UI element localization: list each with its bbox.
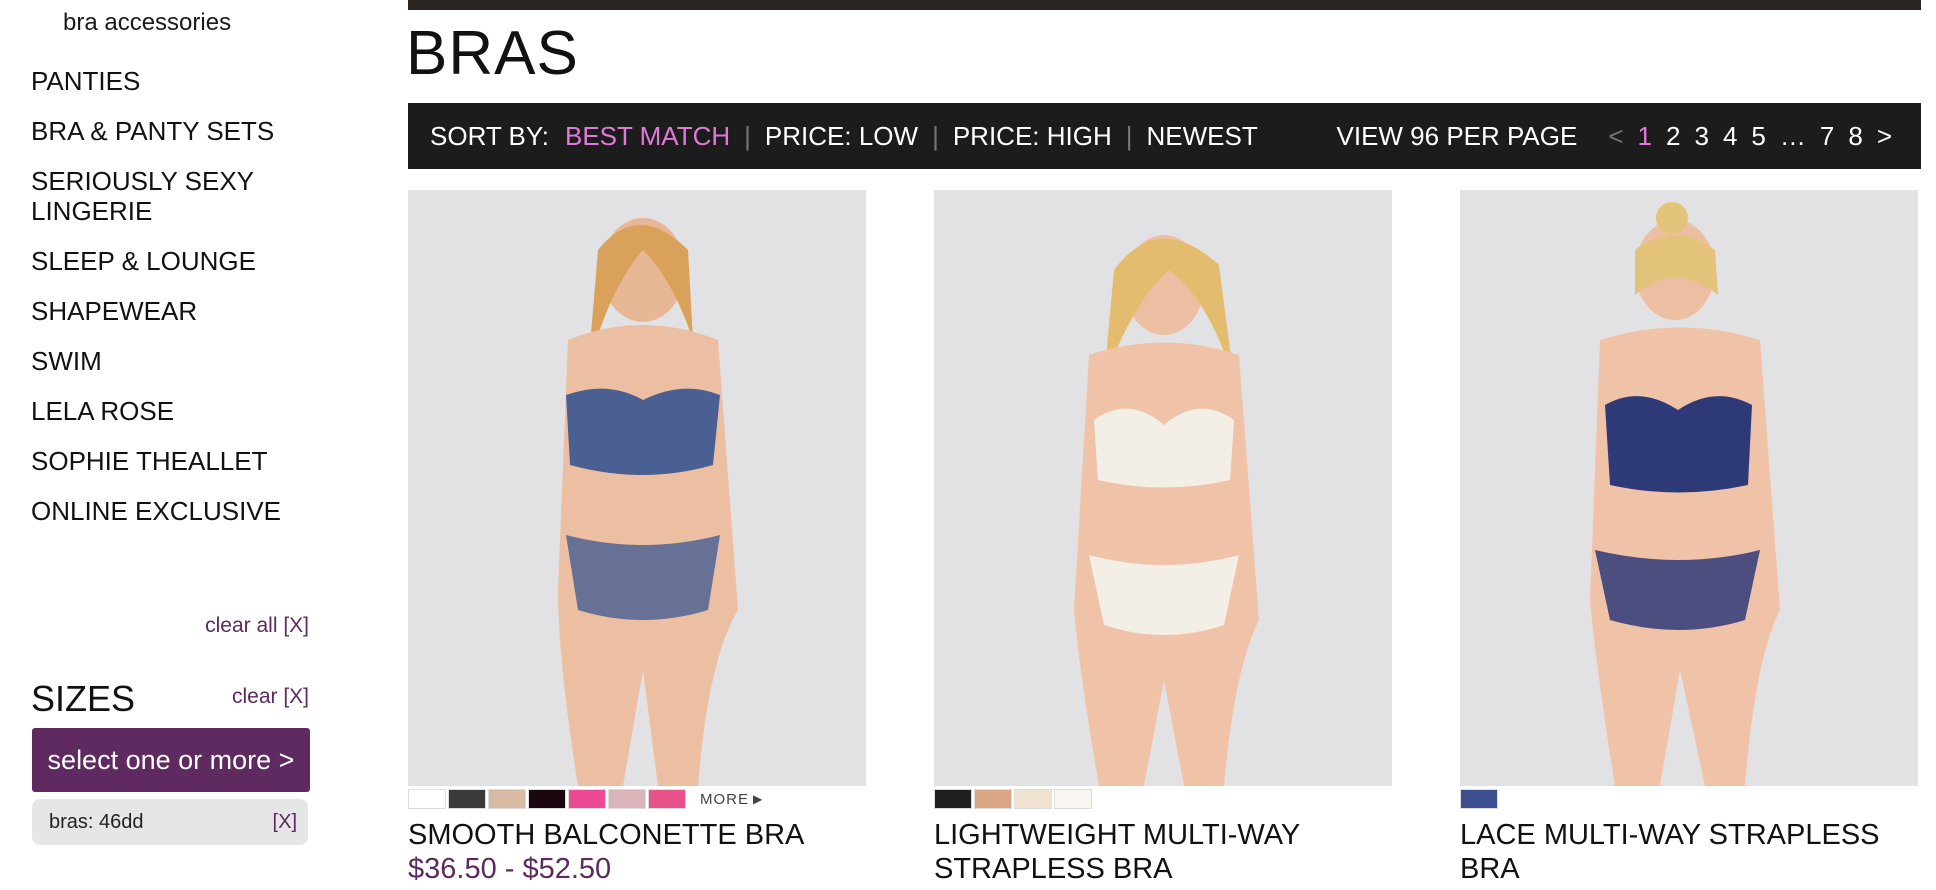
color-swatch[interactable] [648, 789, 686, 809]
top-divider [408, 0, 1921, 10]
color-swatch[interactable] [608, 789, 646, 809]
sort-label: SORT BY: [430, 120, 549, 151]
sort-newest[interactable]: NEWEST [1147, 121, 1258, 152]
category-online-exclusive[interactable]: ONLINE EXCLUSIVE [31, 496, 311, 526]
color-swatches: MORE ▶ [408, 788, 866, 810]
pager-next-button[interactable]: > [1877, 121, 1892, 152]
sizes-heading: SIZES [31, 678, 136, 719]
category-panties[interactable]: PANTIES [31, 66, 311, 96]
sidebar: bra accessories PANTIES BRA & PANTY SETS… [0, 0, 330, 890]
category-sophie-theallet[interactable]: SOPHIE THEALLET [31, 446, 311, 476]
pager-page-5[interactable]: 5 [1751, 121, 1765, 152]
pager-ellipsis: … [1779, 120, 1806, 151]
play-triangle-icon: ▶ [753, 792, 764, 806]
color-swatch[interactable] [488, 789, 526, 809]
pager-page-7[interactable]: 7 [1820, 121, 1834, 152]
pager-page-4[interactable]: 4 [1723, 121, 1737, 152]
remove-size-button[interactable]: [X] [273, 811, 297, 834]
sizes-clear-link[interactable]: clear [X] [232, 685, 309, 709]
color-swatches [934, 788, 1392, 810]
color-swatch[interactable] [974, 789, 1012, 809]
category-seriously-sexy-lingerie[interactable]: SERIOUSLY SEXY LINGERIE [31, 166, 311, 226]
more-colors-link[interactable]: MORE ▶ [700, 791, 763, 808]
category-sleep-lounge[interactable]: SLEEP & LOUNGE [31, 246, 311, 276]
color-swatch[interactable] [1054, 789, 1092, 809]
sort-price-low[interactable]: PRICE: LOW [765, 121, 918, 152]
pager-page-1[interactable]: 1 [1638, 121, 1652, 152]
pager-prev-button[interactable]: < [1608, 121, 1623, 152]
color-swatch[interactable] [934, 789, 972, 809]
select-sizes-button[interactable]: select one or more > [32, 728, 310, 792]
category-list: PANTIES BRA & PANTY SETS SERIOUSLY SEXY … [31, 66, 311, 546]
pager-page-3[interactable]: 3 [1694, 121, 1708, 152]
clear-all-filters-link[interactable]: clear all [X] [205, 614, 309, 638]
product-name[interactable]: SMOOTH BALCONETTE BRA [408, 818, 866, 852]
color-swatch[interactable] [568, 789, 606, 809]
product-card: LIGHTWEIGHT MULTI-WAY STRAPLESS BRA [934, 190, 1392, 886]
product-price: $36.50 - $52.50 [408, 853, 612, 885]
product-image[interactable] [408, 190, 866, 786]
category-lela-rose[interactable]: LELA ROSE [31, 396, 311, 426]
pagination: < 1 2 3 4 5 … 7 8 > [1601, 121, 1899, 152]
sidebar-subitem-bra-accessories[interactable]: bra accessories [63, 9, 231, 37]
selected-size-chip: bras: 46dd [X] [32, 799, 308, 845]
product-name[interactable]: LACE MULTI-WAY STRAPLESS BRA [1460, 818, 1918, 886]
selected-size-label: bras: 46dd [49, 810, 144, 833]
color-swatches [1460, 788, 1918, 810]
product-card: MORE ▶ SMOOTH BALCONETTE BRA $36.50 - $52… [408, 190, 866, 886]
color-swatch[interactable] [528, 789, 566, 809]
sort-separator: | [1125, 120, 1133, 151]
pager-page-2[interactable]: 2 [1666, 121, 1680, 152]
sort-bar: SORT BY: BEST MATCH | PRICE: LOW | PRICE… [408, 103, 1921, 169]
product-card: LACE MULTI-WAY STRAPLESS BRA [1460, 190, 1918, 886]
product-image[interactable] [1460, 190, 1918, 786]
color-swatch[interactable] [448, 789, 486, 809]
color-swatch[interactable] [1460, 789, 1498, 809]
sort-price-high[interactable]: PRICE: HIGH [953, 121, 1112, 152]
color-swatch[interactable] [1014, 789, 1052, 809]
category-bra-panty-sets[interactable]: BRA & PANTY SETS [31, 116, 311, 146]
color-swatch[interactable] [408, 789, 446, 809]
page-title: BRAS [406, 19, 579, 88]
category-swim[interactable]: SWIM [31, 346, 311, 376]
category-shapewear[interactable]: SHAPEWEAR [31, 296, 311, 326]
pager-page-8[interactable]: 8 [1848, 121, 1862, 152]
view-per-page-link[interactable]: VIEW 96 PER PAGE [1337, 121, 1578, 152]
sort-separator: | [932, 120, 939, 151]
product-name[interactable]: LIGHTWEIGHT MULTI-WAY STRAPLESS BRA [934, 818, 1392, 886]
product-image[interactable] [934, 190, 1392, 786]
sort-best-match[interactable]: BEST MATCH [565, 121, 730, 152]
sort-separator: | [744, 120, 751, 151]
